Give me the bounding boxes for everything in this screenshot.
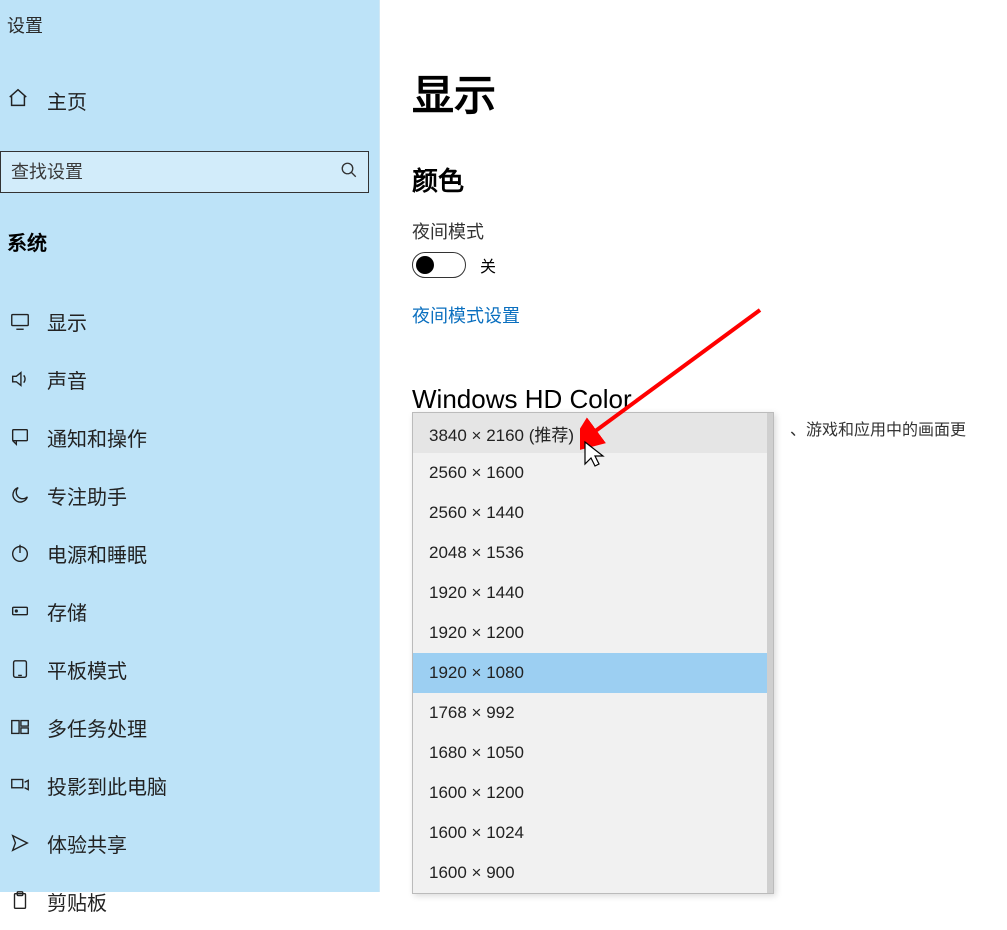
project-icon <box>7 772 33 798</box>
sidebar-item-clipboard[interactable]: 剪贴板 <box>0 872 379 930</box>
night-mode-toggle[interactable] <box>412 252 466 278</box>
sidebar-item-label: 投影到此电脑 <box>47 771 167 800</box>
resolution-option[interactable]: 1768 × 992 <box>413 693 773 733</box>
home-icon <box>7 87 33 115</box>
speaker-icon <box>7 366 33 392</box>
settings-sidebar: 设置 主页 系统 显示 声音 通知和操作 专注助手 <box>0 0 380 892</box>
resolution-option[interactable]: 1680 × 1050 <box>413 733 773 773</box>
night-mode-label: 夜间模式 <box>412 218 1007 244</box>
resolution-option[interactable]: 1600 × 1024 <box>413 813 773 853</box>
search-input[interactable] <box>11 162 340 183</box>
multitask-icon <box>7 714 33 740</box>
page-title: 显示 <box>412 62 1007 123</box>
resolution-dropdown[interactable]: 3840 × 2160 (推荐) 2560 × 1600 2560 × 1440… <box>412 412 774 894</box>
sidebar-item-label: 存储 <box>47 597 87 626</box>
sidebar-item-multitask[interactable]: 多任务处理 <box>0 698 379 756</box>
settings-label: 设置 <box>0 12 379 38</box>
resolution-option[interactable]: 2048 × 1536 <box>413 533 773 573</box>
truncated-description: 、游戏和应用中的画面更 <box>790 416 966 440</box>
tablet-icon <box>7 656 33 682</box>
sidebar-section-label: 系统 <box>0 227 379 256</box>
resolution-option[interactable]: 3840 × 2160 (推荐) <box>413 413 773 453</box>
resolution-option[interactable]: 1920 × 1080 <box>413 653 773 693</box>
sidebar-item-focus[interactable]: 专注助手 <box>0 466 379 524</box>
sidebar-item-label: 剪贴板 <box>47 887 107 916</box>
monitor-icon <box>7 308 33 334</box>
sidebar-item-shared[interactable]: 体验共享 <box>0 814 379 872</box>
storage-icon <box>7 598 33 624</box>
power-icon <box>7 540 33 566</box>
resolution-option[interactable]: 1600 × 1200 <box>413 773 773 813</box>
sidebar-item-label: 体验共享 <box>47 829 127 858</box>
sidebar-item-label: 平板模式 <box>47 655 127 684</box>
resolution-option[interactable]: 1920 × 1200 <box>413 613 773 653</box>
sidebar-item-label: 专注助手 <box>47 481 127 510</box>
resolution-option[interactable]: 2560 × 1600 <box>413 453 773 493</box>
sidebar-item-display[interactable]: 显示 <box>0 292 379 350</box>
night-mode-state: 关 <box>480 253 496 277</box>
moon-icon <box>7 482 33 508</box>
sidebar-nav: 显示 声音 通知和操作 专注助手 电源和睡眠 存储 平板模式 多任务处理 <box>0 292 379 930</box>
search-box[interactable] <box>0 151 369 193</box>
sidebar-home[interactable]: 主页 <box>0 86 379 115</box>
sidebar-item-sound[interactable]: 声音 <box>0 350 379 408</box>
resolution-option[interactable]: 1600 × 900 <box>413 853 773 893</box>
notification-icon <box>7 424 33 450</box>
sidebar-item-tablet[interactable]: 平板模式 <box>0 640 379 698</box>
hd-color-heading: Windows HD Color <box>412 384 1007 415</box>
night-mode-settings-link[interactable]: 夜间模式设置 <box>412 302 1007 328</box>
share-icon <box>7 830 33 856</box>
sidebar-item-label: 声音 <box>47 365 87 394</box>
sidebar-item-label: 多任务处理 <box>47 713 147 742</box>
search-icon <box>340 161 358 184</box>
sidebar-item-label: 显示 <box>47 307 87 336</box>
sidebar-item-label: 通知和操作 <box>47 423 147 452</box>
resolution-option[interactable]: 2560 × 1440 <box>413 493 773 533</box>
color-heading: 颜色 <box>412 161 1007 198</box>
resolution-option[interactable]: 1920 × 1440 <box>413 573 773 613</box>
sidebar-item-project[interactable]: 投影到此电脑 <box>0 756 379 814</box>
sidebar-item-label: 电源和睡眠 <box>47 539 147 568</box>
sidebar-home-label: 主页 <box>47 86 87 115</box>
sidebar-item-notifications[interactable]: 通知和操作 <box>0 408 379 466</box>
main-content: 显示 颜色 夜间模式 关 夜间模式设置 Windows HD Color <box>412 62 1007 415</box>
sidebar-item-power[interactable]: 电源和睡眠 <box>0 524 379 582</box>
sidebar-item-storage[interactable]: 存储 <box>0 582 379 640</box>
